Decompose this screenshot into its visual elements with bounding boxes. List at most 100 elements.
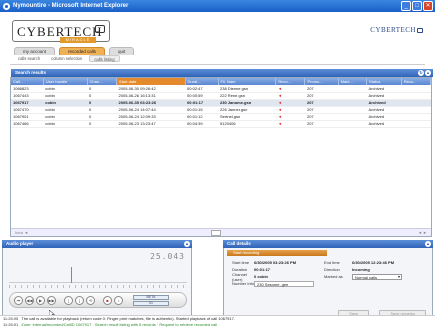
table-cell: 00:01:17	[185, 99, 219, 107]
volume-slider[interactable]: BETA	[133, 294, 169, 300]
scroll-left-label: Intra ◄	[15, 230, 29, 235]
waveform[interactable]	[9, 267, 187, 283]
table-cell: 2005-06-30 09:26:42	[116, 85, 186, 93]
marked-as-select[interactable]: Normal calls	[352, 273, 402, 280]
table-cell: Archived	[366, 92, 402, 100]
mark-end-icon[interactable]: ]	[75, 295, 84, 305]
column-header[interactable]: Reco...	[275, 78, 306, 85]
table-cell: 2005-06-23 13:23:47	[116, 120, 186, 128]
column-header[interactable]: Mark...	[338, 78, 368, 85]
table-cell: 00:00:59	[185, 92, 219, 100]
maximize-button[interactable]: □	[412, 1, 422, 11]
table-cell: 207	[304, 106, 339, 114]
table-cell: Archived	[366, 85, 402, 93]
column-header[interactable]: Promo...	[304, 78, 339, 85]
number-info-field[interactable]: 230 Sesome, gee	[254, 280, 314, 287]
play-icon[interactable]: ◄	[275, 113, 305, 121]
call-details-header: Call details ▲	[223, 240, 433, 248]
table-header-row: Call... User handle Chan... Start date D…	[11, 78, 432, 85]
play-icon[interactable]: ◄	[275, 92, 305, 100]
table-cell	[401, 106, 431, 114]
table-cell: cobin	[43, 120, 88, 128]
logo-subtitle: MIRACLE	[60, 37, 96, 43]
playback-timer: 25.043	[150, 252, 185, 261]
column-header[interactable]: Reco...	[401, 78, 432, 85]
mark-start-icon[interactable]: [	[64, 295, 73, 305]
column-header[interactable]: User handle	[43, 78, 88, 85]
section-subtitle[interactable]: Start recording	[227, 250, 327, 256]
minimize-button[interactable]: _	[401, 1, 411, 11]
column-header[interactable]: Call...	[11, 78, 44, 85]
panel-collapse-icon[interactable]: ▲	[184, 241, 190, 247]
main-tabs: my account recorded calls quit	[14, 47, 135, 55]
details-row: Duration 00:01:17 Direction Incoming	[232, 266, 427, 273]
table-row[interactable]: 1067443 cobin 0 2005-06-26 16:13:31 00:00:59…	[11, 92, 431, 100]
tab-quit[interactable]: quit	[109, 47, 135, 55]
subtab-calls-listing[interactable]: calls listing	[89, 55, 120, 62]
panel-title: Audio player	[6, 241, 34, 246]
app-logo: CYBERTECH MIRACLE	[12, 20, 110, 43]
log-link[interactable]: Zone: internal/recorded/CallID 1067917 ·…	[21, 322, 217, 327]
table-cell	[338, 92, 367, 100]
column-header[interactable]: Status	[366, 78, 402, 85]
play-icon[interactable]: ◄	[275, 106, 305, 114]
table-cell: 00:02:47	[185, 85, 219, 93]
details-row: Channel (user) 0 cobin Marked as Normal …	[232, 272, 427, 282]
subtab-column-selection[interactable]: column selection	[47, 55, 86, 62]
direction-label: Direction	[324, 267, 340, 272]
end-time-value: 6/30/2005 12:23:46 PM	[352, 260, 395, 265]
stop-icon[interactable]: ■	[103, 295, 112, 305]
column-header[interactable]: Chan...	[87, 78, 118, 85]
table-cell: 0	[87, 99, 117, 107]
brand-logo-right[interactable]: CYBERTECH	[370, 26, 423, 34]
table-cell: Archived	[366, 113, 402, 121]
subtab-calls-search[interactable]: calls search	[14, 55, 44, 62]
play-icon[interactable]: ▶	[36, 295, 45, 305]
browser-icon	[3, 2, 10, 10]
table-cell: 1067917	[11, 99, 44, 107]
table-row[interactable]: 1067466 cobin 0 2005-06-23 13:23:47 00:04:39…	[11, 120, 431, 128]
scroll-thumb[interactable]	[211, 230, 221, 236]
table-row[interactable]: 1066823 cobin 0 2005-06-30 09:26:42 00:02:47…	[11, 85, 431, 93]
column-header[interactable]: Durat...	[185, 78, 219, 85]
horizontal-scrollbar[interactable]: Intra ◄ ◄ ►	[11, 228, 431, 236]
table-cell: 1066823	[11, 85, 44, 93]
play-icon[interactable]: ◄	[275, 85, 305, 93]
balance-slider[interactable]: 01	[133, 300, 169, 306]
panel-collapse-icon[interactable]: ▲	[425, 241, 431, 247]
panel-refresh-icon[interactable]: ↻	[418, 70, 424, 76]
close-button[interactable]: ✕	[423, 1, 433, 11]
play-icon[interactable]: ◄	[275, 120, 305, 128]
table-cell: Sertnel.gsn	[218, 113, 276, 121]
start-time-value: 6/30/2005 03:23:26 PM	[254, 260, 297, 265]
time-ruler	[9, 285, 187, 288]
log-text: The call is available for playback (retu…	[21, 316, 235, 321]
scroll-arrows[interactable]: ◄ ►	[418, 230, 427, 235]
log-time: 11:26:01	[3, 322, 19, 327]
table-cell: 5120406	[218, 120, 276, 128]
table-row[interactable]: 1067917 cobin 0 2005-06-35 03:23:26 00:01:17…	[11, 99, 431, 107]
table-cell	[401, 113, 431, 121]
log-time: 11:26:05	[3, 316, 19, 321]
player-controls: ⏮ ◀◀ ▶ ▶▶ [ ] ⟲ ■ ♪ BETA 01	[9, 292, 187, 308]
table-cell: cobin	[43, 85, 88, 93]
tab-my-account[interactable]: my account	[14, 47, 56, 55]
start-time-label: Start time	[232, 260, 250, 265]
details-grid: Start time 6/30/2005 03:23:26 PM End tim…	[232, 259, 427, 287]
table-cell: 207	[304, 99, 339, 107]
rewind-icon[interactable]: ◀◀	[25, 295, 34, 305]
direction-value: Incoming	[352, 267, 370, 272]
table-cell: 0	[87, 113, 117, 121]
tab-recorded-calls[interactable]: recorded calls	[59, 47, 106, 55]
column-header-sorted[interactable]: Start date	[116, 78, 186, 85]
table-row[interactable]: 1067901 cobin 0 2005-06-24 12:09:33 00:01:12…	[11, 113, 431, 121]
panel-collapse-icon[interactable]: ▲	[425, 70, 431, 76]
column-header[interactable]: Fil. Nam	[218, 78, 277, 85]
loop-icon[interactable]: ⟲	[86, 295, 95, 305]
forward-icon[interactable]: ▶▶	[47, 295, 56, 305]
skip-back-icon[interactable]: ⏮	[14, 295, 23, 305]
playhead[interactable]	[71, 267, 72, 283]
speaker-icon[interactable]: ♪	[114, 295, 123, 305]
table-row[interactable]: 1067470 cobin 0 2005-06-24 14:07:44 00:01:15…	[11, 106, 431, 114]
play-icon[interactable]: ◄	[275, 99, 305, 107]
